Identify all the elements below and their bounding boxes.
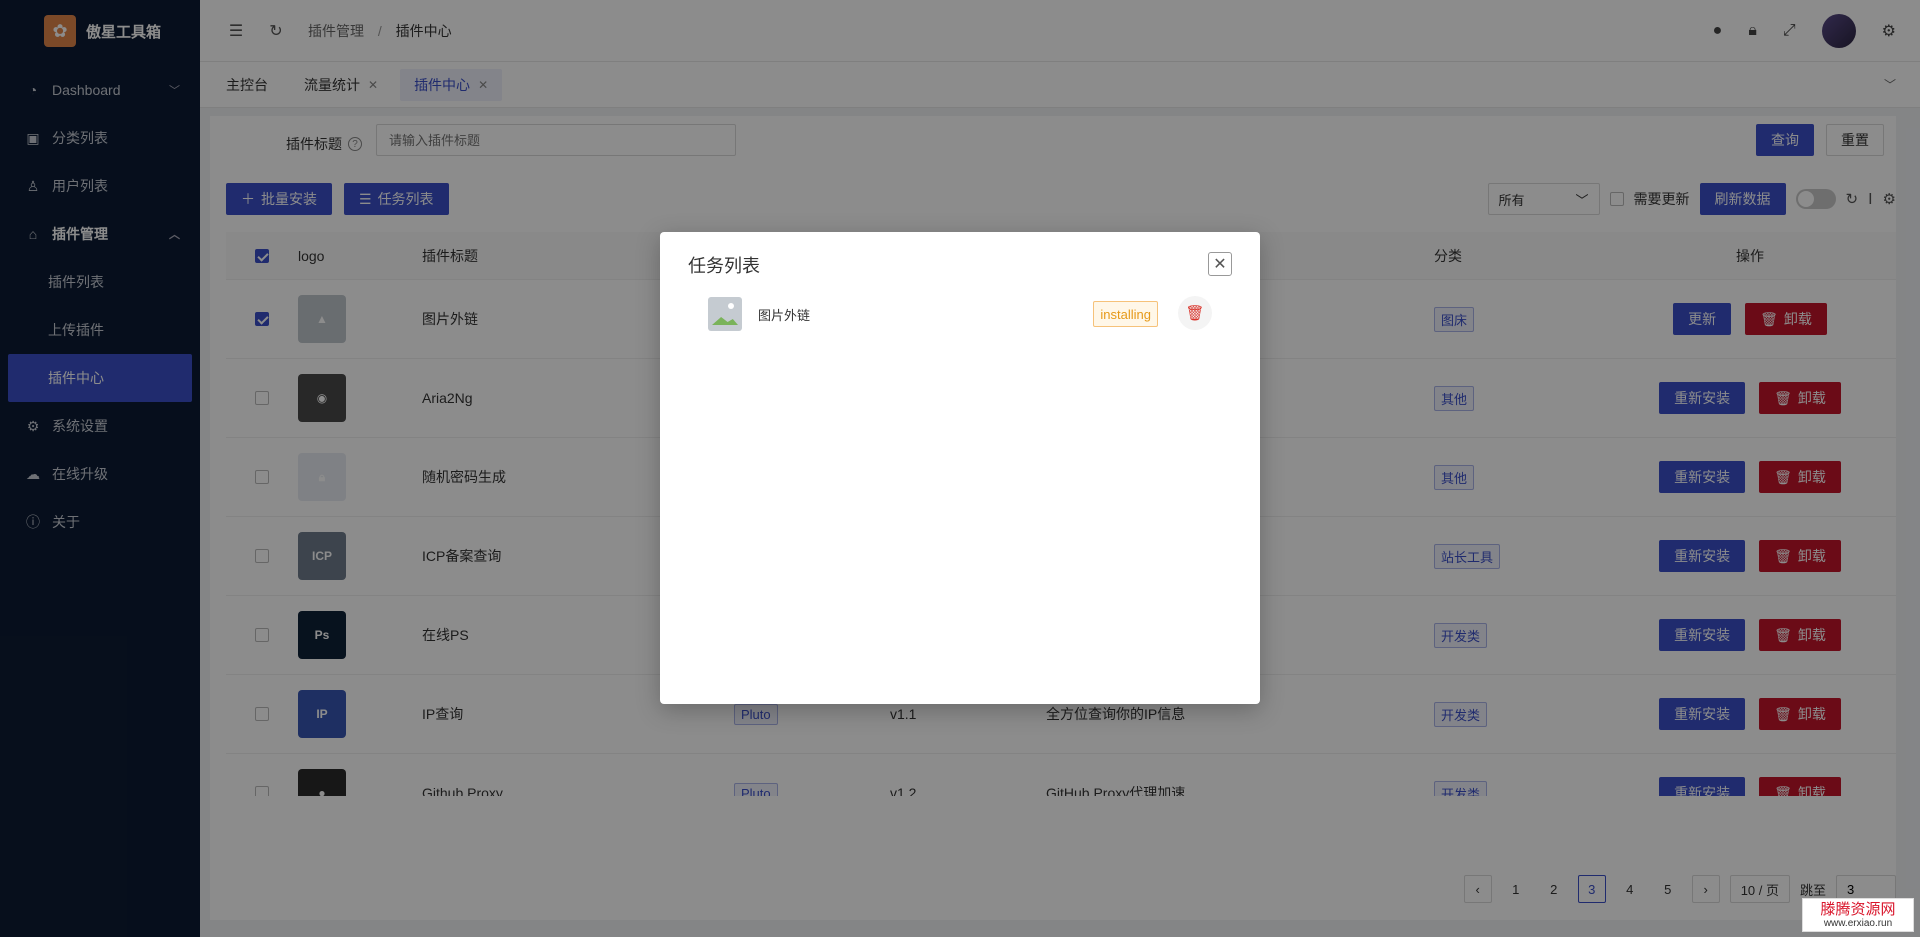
watermark: 滕腾资源网 www.erxiao.run (1802, 898, 1914, 932)
watermark-line2: www.erxiao.run (1823, 917, 1893, 929)
modal-title: 任务列表 (688, 256, 760, 276)
task-name: 图片外链 (758, 307, 811, 323)
task-item: 图片外链 installing 🗑︎ (708, 296, 1212, 332)
close-icon[interactable]: ✕ (1208, 252, 1232, 276)
task-status-badge: installing (1093, 301, 1158, 327)
watermark-line1: 滕腾资源网 (1820, 900, 1896, 919)
task-list-modal: 任务列表 ✕ 图片外链 installing 🗑︎ (660, 232, 1260, 704)
trash-icon[interactable]: 🗑︎ (1178, 296, 1212, 330)
image-icon (708, 297, 742, 331)
